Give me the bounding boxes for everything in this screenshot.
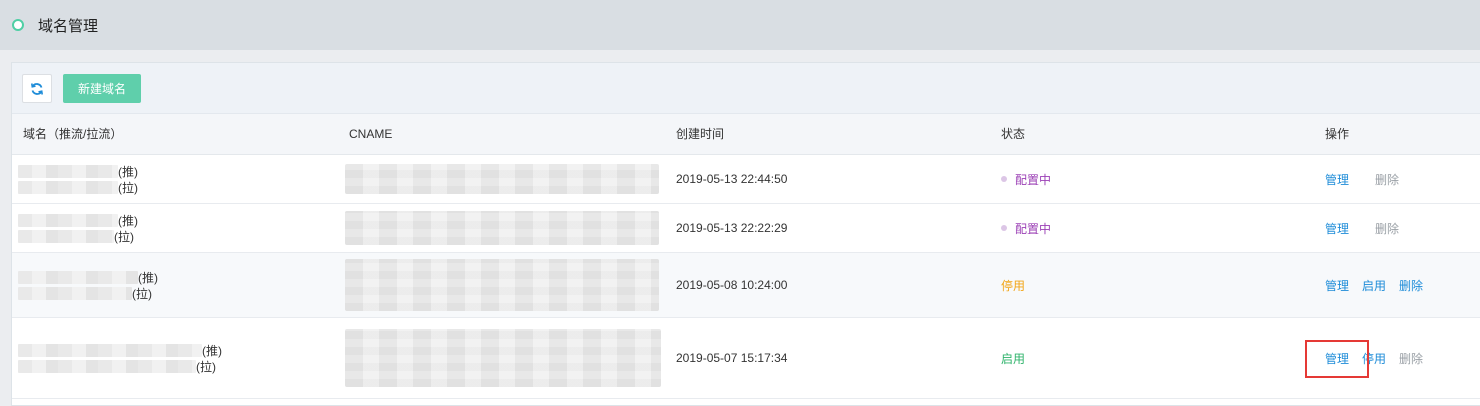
- cname-cell: [345, 204, 665, 252]
- status-cell: 配置中: [1001, 204, 1301, 252]
- status-badge: 停用: [1001, 278, 1026, 293]
- created-cell: 2019-05-07 15:17:34: [676, 351, 788, 365]
- manage-link[interactable]: 管理: [1325, 350, 1349, 367]
- status-dot-icon: [1001, 176, 1007, 182]
- column-header-actions: 操作: [1325, 127, 1350, 141]
- status-dot-icon: [1001, 225, 1007, 231]
- column-header-cname: CNAME: [349, 127, 393, 141]
- status-cell: 停用: [1001, 253, 1301, 317]
- enable-link[interactable]: 启用: [1362, 277, 1386, 294]
- delete-link[interactable]: 删除: [1375, 171, 1399, 188]
- delete-link[interactable]: 删除: [1375, 220, 1399, 237]
- domain-cell: (推) (拉): [18, 204, 338, 252]
- actions-cell: 管理 停用 删除: [1325, 318, 1475, 398]
- status-badge: 启用: [1001, 351, 1026, 366]
- domain-cell: (推) (拉): [18, 155, 338, 203]
- status-badge: 配置中: [1015, 172, 1052, 187]
- status-cell: 配置中: [1001, 155, 1301, 203]
- created-cell: 2019-05-13 22:44:50: [676, 172, 788, 186]
- table-header: 域名（推流/拉流） CNAME 创建时间 状态 操作: [12, 114, 1480, 155]
- table-row: (推) (拉) 2019-05-07 15:17:34 启用 管理 停用 删除: [12, 318, 1480, 399]
- circle-icon: [12, 19, 24, 31]
- toolbar: 新建域名: [12, 63, 1480, 114]
- status-cell: 启用: [1001, 318, 1301, 398]
- cname-cell: [345, 318, 665, 398]
- domain-panel: 新建域名 域名（推流/拉流） CNAME 创建时间 状态 操作 (推) (拉) …: [11, 62, 1480, 406]
- delete-link[interactable]: 删除: [1399, 350, 1423, 367]
- manage-link[interactable]: 管理: [1325, 277, 1349, 294]
- actions-cell: 管理 启用 删除: [1325, 253, 1475, 317]
- table-row: (推) (拉) 2019-05-08 10:24:00 停用 管理 启用 删除: [12, 253, 1480, 318]
- page-title: 域名管理: [38, 17, 99, 35]
- manage-link[interactable]: 管理: [1325, 171, 1349, 188]
- refresh-button[interactable]: [22, 74, 52, 103]
- cname-cell: [345, 155, 665, 203]
- column-header-domain: 域名（推流/拉流）: [23, 127, 123, 141]
- status-badge: 配置中: [1015, 221, 1052, 236]
- page-header: 域名管理: [0, 0, 1480, 50]
- column-header-created: 创建时间: [676, 127, 725, 141]
- disable-link[interactable]: 停用: [1362, 350, 1386, 367]
- cname-cell: [345, 253, 665, 317]
- actions-cell: 管理 删除: [1325, 155, 1475, 203]
- actions-cell: 管理 删除: [1325, 204, 1475, 252]
- domain-cell: (推) (拉): [18, 253, 338, 317]
- table-row: (推) (拉) 2019-05-13 22:22:29 配置中 管理 删除: [12, 204, 1480, 253]
- refresh-icon: [31, 82, 43, 95]
- new-domain-button[interactable]: 新建域名: [63, 74, 141, 103]
- domain-cell: (推) (拉): [18, 318, 338, 398]
- manage-link[interactable]: 管理: [1325, 220, 1349, 237]
- table-row: (推) (拉) 2019-05-13 22:44:50 配置中 管理 删除: [12, 155, 1480, 204]
- created-cell: 2019-05-13 22:22:29: [676, 221, 788, 235]
- column-header-status: 状态: [1001, 127, 1026, 141]
- created-cell: 2019-05-08 10:24:00: [676, 278, 788, 292]
- delete-link[interactable]: 删除: [1399, 277, 1423, 294]
